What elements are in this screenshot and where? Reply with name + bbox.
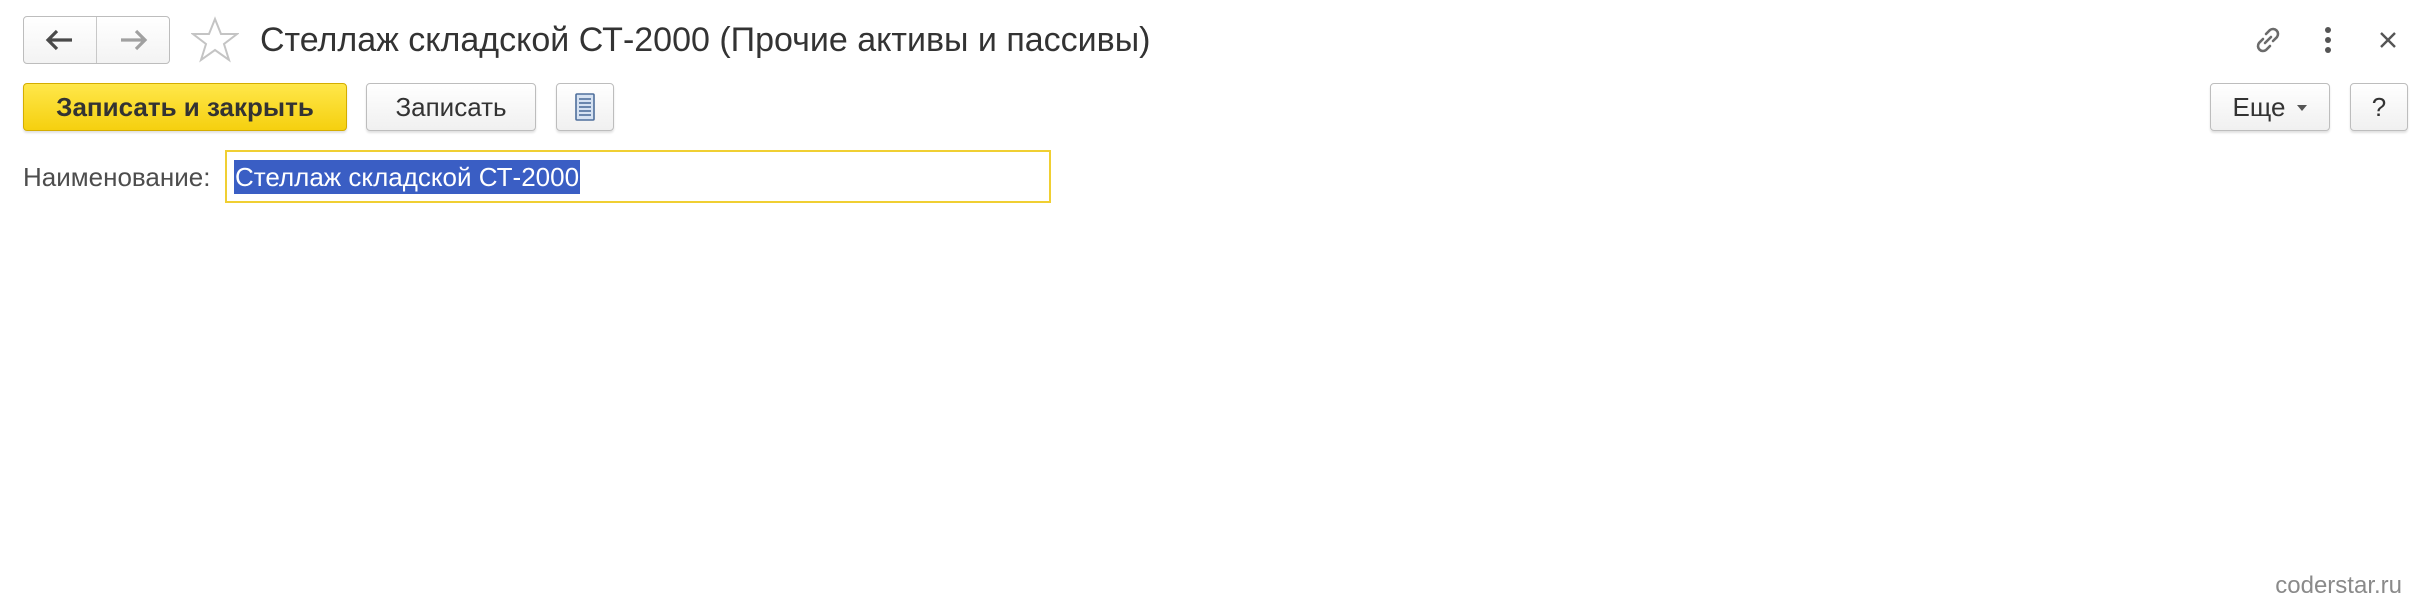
page-title: Стеллаж складской СТ-2000 (Прочие активы… [260, 21, 1151, 59]
navigation-group [23, 16, 170, 64]
document-list-icon [575, 93, 595, 121]
name-input-value: Стеллаж складской СТ-2000 [234, 159, 581, 194]
arrow-left-icon [45, 29, 72, 51]
back-button[interactable] [24, 17, 96, 63]
watermark: coderstar.ru [2275, 572, 2402, 599]
save-button[interactable]: Записать [366, 83, 536, 131]
vertical-dots-icon [2325, 27, 2331, 53]
form-window: Стеллаж складской СТ-2000 (Прочие активы… [0, 0, 2426, 611]
report-button[interactable] [556, 83, 614, 131]
chevron-down-icon [2297, 105, 2308, 111]
star-outline-icon [191, 16, 239, 63]
name-field-label: Наименование: [23, 162, 211, 192]
save-and-close-button[interactable]: Записать и закрыть [23, 83, 347, 131]
help-button[interactable]: ? [2350, 83, 2408, 131]
favorite-button[interactable] [190, 15, 240, 65]
name-input[interactable]: Стеллаж складской СТ-2000 [225, 150, 1051, 203]
link-icon [2256, 27, 2280, 53]
copy-link-button[interactable] [2246, 18, 2290, 62]
close-button[interactable] [2366, 18, 2410, 62]
close-icon [2380, 32, 2396, 48]
arrow-right-icon [121, 29, 148, 51]
more-menu-button[interactable]: Еще [2210, 83, 2330, 131]
more-menu-label: Еще [2232, 91, 2286, 122]
more-actions-button[interactable] [2306, 18, 2350, 62]
forward-button[interactable] [96, 17, 169, 63]
